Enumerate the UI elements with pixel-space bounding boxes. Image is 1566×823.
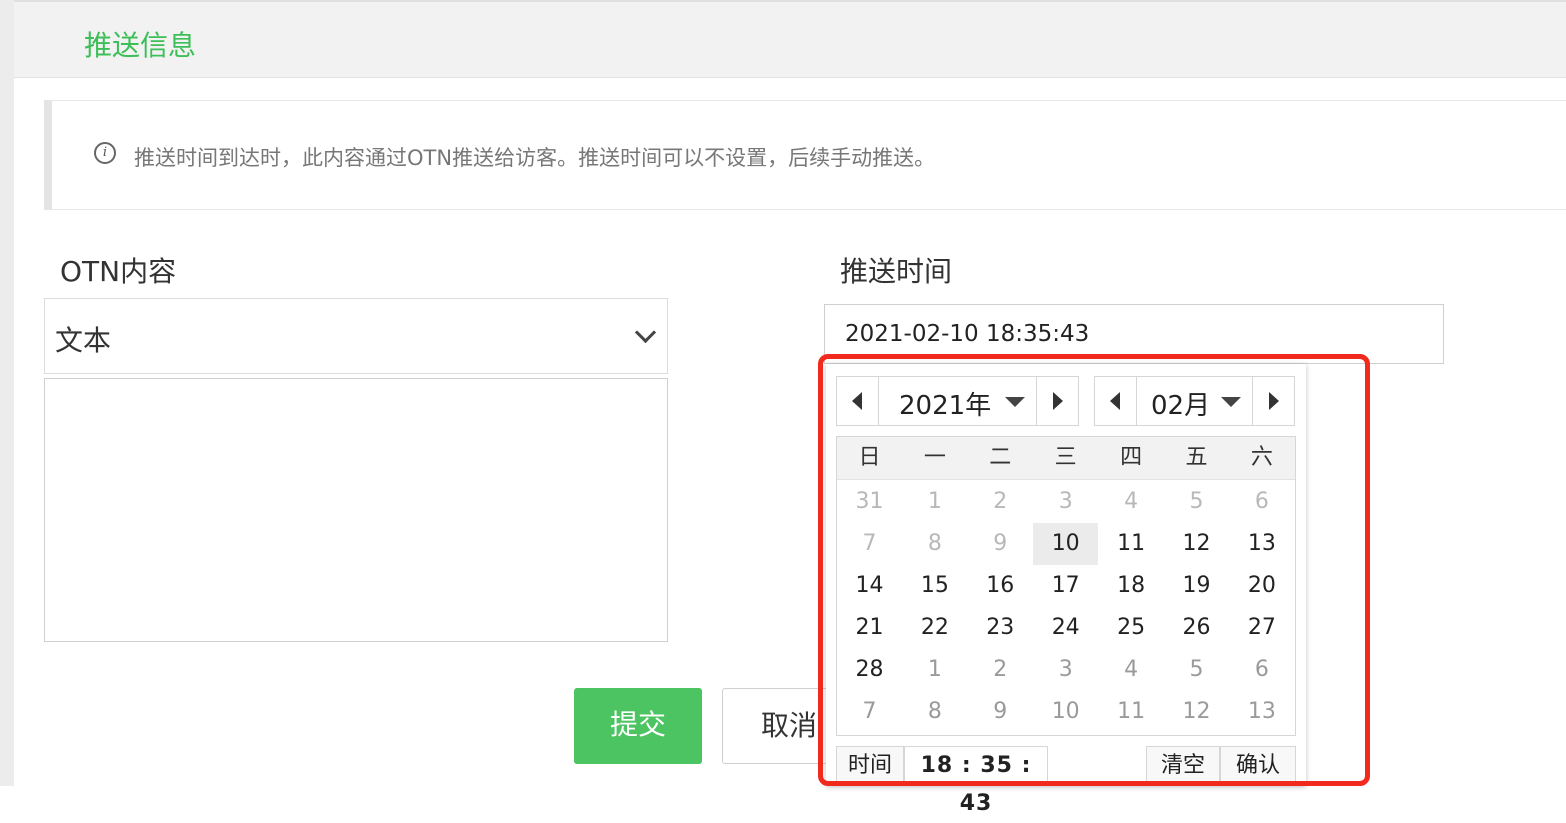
weekday-label: 四	[1120, 445, 1143, 470]
calendar-day[interactable]: 1	[902, 481, 967, 523]
notice-text: 推送时间到达时，此内容通过OTN推送给访客。推送时间可以不设置，后续手动推送。	[134, 146, 936, 170]
time-value[interactable]: 18 : 35 : 43	[904, 746, 1048, 816]
weekday-label: 日	[858, 445, 881, 470]
content-type-value: 文本	[55, 324, 112, 357]
calendar-day[interactable]: 31	[837, 481, 902, 523]
push-time-input[interactable]: 2021-02-10 18:35:43	[824, 304, 1444, 364]
weekday-header: 日一二三四五六	[837, 437, 1295, 480]
caret-left-icon	[852, 392, 862, 410]
calendar-day[interactable]: 24	[1033, 607, 1098, 649]
month-selector: 02月	[1094, 376, 1295, 426]
year-label[interactable]: 2021年	[899, 385, 991, 422]
calendar-day[interactable]: 13	[1229, 691, 1294, 733]
calendar-day[interactable]: 4	[1099, 649, 1164, 691]
page-header: 推送信息	[14, 0, 1566, 78]
caret-right-icon	[1269, 392, 1279, 410]
content-textarea[interactable]	[44, 378, 668, 642]
calendar-day[interactable]: 2	[968, 649, 1033, 691]
calendar-day[interactable]: 9	[968, 523, 1033, 565]
calendar-day[interactable]: 3	[1033, 649, 1098, 691]
prev-month-button[interactable]	[1095, 377, 1137, 425]
content-label: OTN内容	[60, 255, 177, 288]
calendar-day[interactable]: 23	[968, 607, 1033, 649]
left-edge	[0, 0, 14, 786]
calendar-day[interactable]: 8	[902, 523, 967, 565]
calendar-day[interactable]: 11	[1099, 691, 1164, 733]
confirm-button[interactable]: 确认	[1220, 746, 1296, 786]
calendar-day[interactable]: 14	[837, 565, 902, 607]
calendar-day[interactable]: 4	[1099, 481, 1164, 523]
calendar-day[interactable]: 5	[1164, 481, 1229, 523]
caret-right-icon	[1053, 392, 1063, 410]
month-label[interactable]: 02月	[1151, 385, 1210, 422]
calendar-day[interactable]: 27	[1229, 607, 1294, 649]
calendar-day[interactable]: 9	[968, 691, 1033, 733]
calendar-day[interactable]: 11	[1099, 523, 1164, 565]
calendar-day[interactable]: 8	[902, 691, 967, 733]
calendar-day[interactable]: 15	[902, 565, 967, 607]
time-toggle-button[interactable]: 时间	[836, 746, 904, 786]
calendar-day[interactable]: 26	[1164, 607, 1229, 649]
calendar-day[interactable]: 6	[1229, 481, 1294, 523]
clear-button[interactable]: 清空	[1146, 746, 1220, 786]
calendar-day[interactable]: 7	[837, 523, 902, 565]
next-month-button[interactable]	[1252, 377, 1294, 425]
calendar-day[interactable]: 7	[837, 691, 902, 733]
caret-down-icon[interactable]	[1221, 397, 1241, 407]
weekday-label: 二	[989, 445, 1012, 470]
calendar-day[interactable]: 17	[1033, 565, 1098, 607]
caret-left-icon	[1110, 392, 1120, 410]
submit-button[interactable]: 提交	[574, 688, 702, 764]
calendar-day[interactable]: 22	[902, 607, 967, 649]
calendar-day[interactable]: 20	[1229, 565, 1294, 607]
date-picker: 2021年 02月 日一二三四五六 31 1 2 3 4 5 6 7 8 9 10 11 12 13 14 1…	[826, 364, 1306, 816]
chevron-down-icon	[634, 321, 657, 344]
time-label: 推送时间	[840, 255, 953, 288]
calendar-day[interactable]: 16	[968, 565, 1033, 607]
calendar-day[interactable]: 1	[902, 649, 967, 691]
content-type-select[interactable]: 文本	[44, 298, 668, 374]
calendar-day[interactable]: 5	[1164, 649, 1229, 691]
weekday-label: 六	[1250, 445, 1273, 470]
prev-year-button[interactable]	[837, 377, 879, 425]
calendar-day[interactable]: 12	[1164, 691, 1229, 733]
next-year-button[interactable]	[1036, 377, 1078, 425]
info-icon: i	[94, 142, 116, 164]
calendar-day[interactable]: 2	[968, 481, 1033, 523]
calendar-day[interactable]: 13	[1229, 523, 1294, 565]
calendar-day[interactable]: 10	[1033, 691, 1098, 733]
notice-box: i 推送时间到达时，此内容通过OTN推送给访客。推送时间可以不设置，后续手动推送…	[44, 100, 1566, 210]
calendar-grid: 日一二三四五六 31 1 2 3 4 5 6 7 8 9 10 11 12 13 14 15 16 17 18 19 2…	[836, 436, 1296, 736]
cancel-button[interactable]: 取消	[722, 688, 842, 764]
calendar-day[interactable]: 12	[1164, 523, 1229, 565]
weekday-label: 三	[1054, 445, 1077, 470]
calendar-day[interactable]: 6	[1229, 649, 1294, 691]
caret-down-icon[interactable]	[1005, 397, 1025, 407]
calendar-day[interactable]: 3	[1033, 481, 1098, 523]
calendar-day[interactable]: 19	[1164, 565, 1229, 607]
weekday-label: 五	[1185, 445, 1208, 470]
page-title: 推送信息	[84, 29, 197, 62]
calendar-day[interactable]: 28	[837, 649, 902, 691]
calendar-day[interactable]: 21	[837, 607, 902, 649]
calendar-day[interactable]: 25	[1099, 607, 1164, 649]
weekday-label: 一	[923, 445, 946, 470]
year-selector: 2021年	[836, 376, 1079, 426]
calendar-day[interactable]: 10	[1033, 523, 1099, 565]
calendar-day[interactable]: 18	[1099, 565, 1164, 607]
